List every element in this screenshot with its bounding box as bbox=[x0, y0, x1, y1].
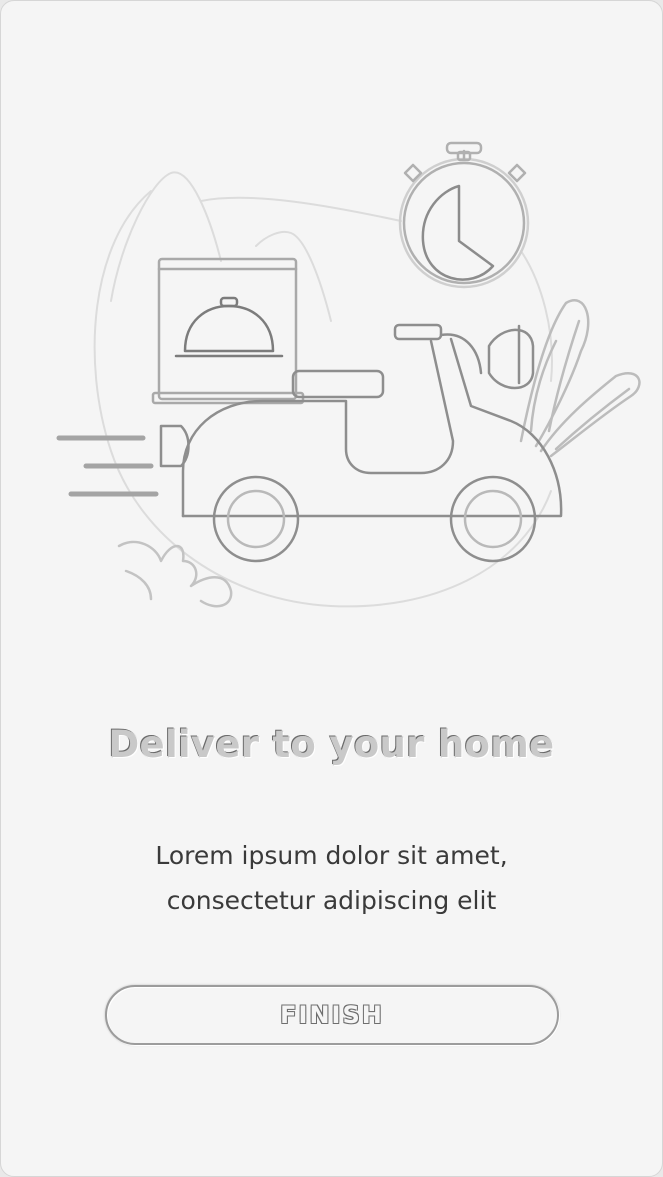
background-blob bbox=[93, 171, 553, 608]
stopwatch-icon bbox=[398, 141, 530, 289]
page-title: Deliver to your home bbox=[108, 723, 555, 766]
bush-decoration bbox=[117, 540, 233, 608]
delivery-illustration bbox=[56, 141, 641, 608]
delivery-scooter-icon bbox=[159, 323, 563, 563]
finish-button[interactable]: FINISH bbox=[105, 985, 559, 1045]
onboarding-screen: Deliver to your home Lorem ipsum dolor s… bbox=[0, 0, 663, 1177]
speed-lines-icon bbox=[56, 435, 159, 497]
finish-button-label: FINISH bbox=[280, 1001, 384, 1029]
subtitle-line-1: Lorem ipsum dolor sit amet, bbox=[155, 841, 508, 870]
subtitle-line-2: consectetur adipiscing elit bbox=[166, 886, 497, 915]
page-subtitle: Lorem ipsum dolor sit amet, consectetur … bbox=[1, 833, 662, 923]
food-cloche-icon bbox=[174, 296, 284, 358]
delivery-box bbox=[151, 257, 305, 405]
plant-icon bbox=[519, 299, 641, 458]
